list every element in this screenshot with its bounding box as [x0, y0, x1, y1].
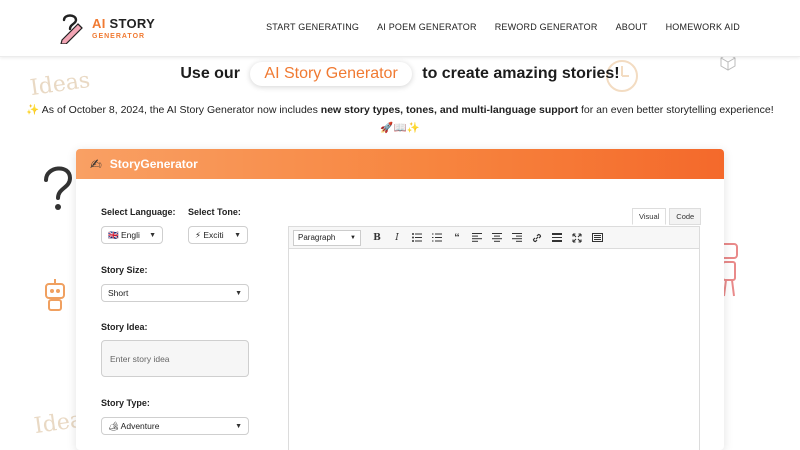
chevron-down-icon: ▼ [235, 422, 242, 430]
story-size-value: Short [108, 288, 129, 298]
idea-label: Story Idea: [101, 322, 148, 332]
chevron-down-icon: ▼ [149, 231, 156, 239]
numbered-list-icon[interactable] [427, 230, 447, 246]
story-idea-input[interactable]: Enter story idea [101, 340, 249, 377]
fullscreen-icon[interactable] [567, 230, 587, 246]
robot-doodle [40, 278, 70, 312]
format-value: Paragraph [298, 233, 336, 242]
italic-icon[interactable]: I [387, 230, 407, 246]
story-type-select[interactable]: 🏕 Adventure ▼ [101, 417, 249, 435]
main-nav: START GENERATING AI POEM GENERATOR REWOR… [266, 22, 740, 32]
logo-title-story: STORY [109, 15, 156, 31]
tone-value: ⚡ Exciti [195, 229, 224, 240]
bold-icon[interactable]: B [367, 230, 387, 246]
editor-tabs: Visual Code [632, 208, 702, 225]
tone-label: Select Tone: [188, 207, 241, 217]
read-more-icon[interactable] [547, 230, 567, 246]
language-select[interactable]: 🇬🇧 Engli ▼ [101, 226, 163, 244]
link-icon[interactable] [527, 230, 547, 246]
pencil-logo-icon [60, 14, 83, 44]
align-center-icon[interactable] [487, 230, 507, 246]
writing-hand-icon: ✍ [90, 155, 102, 172]
story-generator-card: ✍ StoryGenerator Select Language: Select… [76, 149, 724, 450]
nav-about[interactable]: ABOUT [616, 22, 648, 32]
hero-suffix: to create amazing stories! [422, 65, 620, 82]
language-value: 🇬🇧 Engli [108, 229, 140, 240]
nav-reword-generator[interactable]: REWORD GENERATOR [495, 22, 598, 32]
site-header: AI STORY GENERATOR START GENERATING AI P… [0, 0, 800, 57]
announcement-text-1: ✨ As of October 8, 2024, the AI Story Ge… [26, 104, 321, 116]
align-right-icon[interactable] [507, 230, 527, 246]
format-select[interactable]: Paragraph ▼ [293, 229, 361, 246]
chevron-down-icon: ▼ [350, 234, 356, 241]
story-size-select[interactable]: Short ▼ [101, 284, 249, 302]
type-label: Story Type: [101, 398, 150, 408]
size-label: Story Size: [101, 265, 148, 275]
chevron-down-icon: ▼ [235, 289, 242, 297]
logo-title-ai: AI [92, 15, 106, 31]
hero-prefix: Use our [180, 65, 240, 82]
tab-code[interactable]: Code [669, 208, 702, 225]
keyboard-toolbar-toggle-icon[interactable] [587, 230, 607, 246]
announcement-bold: new story types, tones, and multi-langua… [320, 104, 579, 116]
language-label: Select Language: [101, 207, 176, 217]
rich-text-editor[interactable]: Paragraph ▼ B I “ [288, 226, 700, 450]
nav-start-generating[interactable]: START GENERATING [266, 22, 359, 32]
align-left-icon[interactable] [467, 230, 487, 246]
tab-visual[interactable]: Visual [632, 208, 667, 225]
logo-subtitle: GENERATOR [92, 32, 146, 40]
nav-homework-aid[interactable]: HOMEWORK AID [666, 22, 740, 32]
hero-highlight: AI Story Generator [250, 62, 412, 86]
card-header: ✍ StoryGenerator [76, 149, 724, 179]
blockquote-icon[interactable]: “ [447, 230, 467, 246]
hero-headline: Use our AI Story Generator to create ama… [0, 62, 800, 86]
tone-select[interactable]: ⚡ Exciti ▼ [188, 226, 248, 244]
card-title: StoryGenerator [109, 157, 198, 171]
nav-ai-poem-generator[interactable]: AI POEM GENERATOR [377, 22, 477, 32]
bullet-list-icon[interactable] [407, 230, 427, 246]
story-type-value: 🏕 Adventure [108, 420, 160, 431]
announcement: ✨ As of October 8, 2024, the AI Story Ge… [26, 101, 774, 137]
question-mark-doodle [38, 162, 78, 212]
chevron-down-icon: ▼ [234, 231, 241, 239]
site-logo[interactable]: AI STORY GENERATOR [56, 12, 155, 44]
editor-toolbar: Paragraph ▼ B I “ [289, 227, 699, 249]
